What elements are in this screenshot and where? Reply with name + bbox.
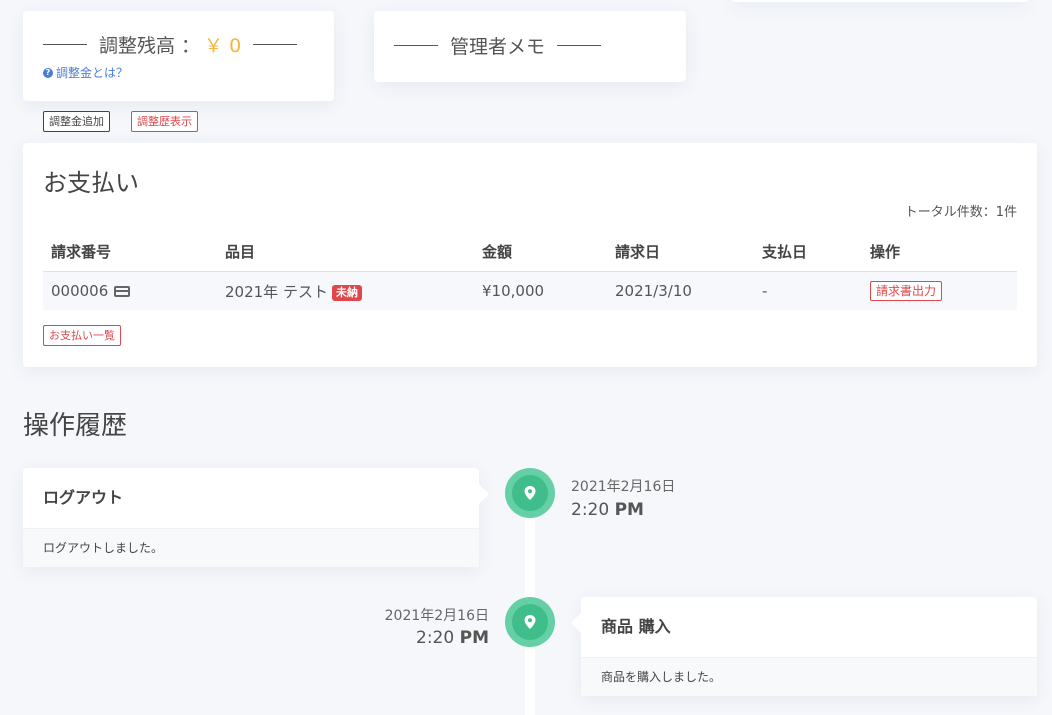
- col-paid-date: 支払日: [754, 231, 862, 272]
- title-dash-right: [557, 45, 602, 46]
- payment-list-button[interactable]: お支払い一覧: [43, 325, 121, 346]
- event-description: 商品を購入しました。: [581, 657, 1037, 696]
- export-invoice-button[interactable]: 請求書出力: [870, 281, 943, 301]
- card-arrow: [571, 613, 581, 633]
- item-text: 2021年 テスト: [225, 282, 328, 301]
- title-dash-right: [253, 44, 298, 45]
- table-header-row: 請求番号 品目 金額 請求日 支払日 操作: [43, 231, 1017, 272]
- event-time-value: 2:20: [416, 628, 455, 648]
- cell-invoice-date: 2021/3/10: [607, 271, 754, 310]
- timeline-event-card: ログアウト ログアウトしました。: [23, 468, 489, 567]
- adjustment-history-button[interactable]: 調整歴表示: [131, 111, 198, 132]
- cell-amount: ¥10,000: [474, 271, 607, 310]
- payments-total-count: トータル件数：1件: [904, 205, 1017, 220]
- payments-card: お支払い トータル件数：1件 請求番号 品目 金額 請求日 支払日 操作 000…: [23, 143, 1037, 367]
- card-arrow: [479, 484, 489, 504]
- event-title: ログアウト: [43, 488, 124, 507]
- admin-memo-card: 管理者メモ: [374, 11, 686, 82]
- invoice-no-text: 000006: [51, 282, 109, 300]
- event-time-ampm: PM: [614, 500, 644, 520]
- event-time: 2:20 PM: [571, 500, 644, 520]
- timeline-event-card: 商品 購入 商品を購入しました。: [571, 597, 1037, 696]
- adjust-balance-card: 調整残高 ： ￥ 0 ? 調整金とは？: [23, 11, 334, 101]
- adjust-help-link[interactable]: ? 調整金とは？: [43, 64, 128, 81]
- col-action: 操作: [862, 231, 1017, 272]
- timeline-node: [505, 468, 555, 518]
- event-time-ampm: PM: [459, 628, 489, 648]
- timeline-node: [505, 597, 555, 647]
- top-card-edge: [730, 0, 1030, 2]
- map-pin-icon: [524, 486, 536, 500]
- adjust-balance-title: 調整残高 ： ￥ 0: [43, 31, 298, 58]
- col-amount: 金額: [474, 231, 607, 272]
- admin-memo-title: 管理者メモ: [394, 32, 602, 59]
- cell-action: 請求書出力: [862, 271, 1017, 310]
- map-pin-icon: [524, 615, 536, 629]
- title-dash-left: [394, 45, 438, 46]
- col-item: 品目: [217, 231, 474, 272]
- payments-title: お支払い: [43, 169, 139, 197]
- event-date: 2021年2月16日: [571, 479, 676, 495]
- adjust-balance-amount: ￥ 0: [204, 35, 242, 57]
- title-dash-left: [43, 44, 87, 45]
- table-row: 000006 2021年 テスト 未納 ¥10,000 2021/3/10 - 請…: [43, 271, 1017, 310]
- unpaid-status-badge: 未納: [331, 284, 362, 301]
- cell-item: 2021年 テスト 未納: [217, 271, 474, 310]
- cell-invoice-no: 000006: [43, 271, 217, 310]
- col-invoice-no: 請求番号: [43, 231, 217, 272]
- credit-card-icon[interactable]: [114, 286, 131, 297]
- adjust-help-label: 調整金とは？: [56, 66, 129, 80]
- add-adjustment-button[interactable]: 調整金追加: [43, 111, 110, 132]
- payments-table: 請求番号 品目 金額 請求日 支払日 操作 000006 2021年 テスト 未納…: [43, 231, 1017, 310]
- event-time: 2:20 PM: [416, 628, 489, 648]
- question-circle-icon: ?: [43, 67, 53, 78]
- history-title: 操作履歴: [23, 411, 128, 441]
- cell-paid-date: -: [754, 271, 862, 310]
- col-invoice-date: 請求日: [607, 231, 754, 272]
- event-date: 2021年2月16日: [384, 608, 489, 624]
- event-description: ログアウトしました。: [23, 528, 479, 567]
- event-title: 商品 購入: [601, 617, 671, 636]
- event-time-value: 2:20: [571, 500, 610, 520]
- adjust-balance-label: 調整残高 ：: [99, 35, 201, 57]
- admin-memo-label: 管理者メモ: [450, 36, 546, 58]
